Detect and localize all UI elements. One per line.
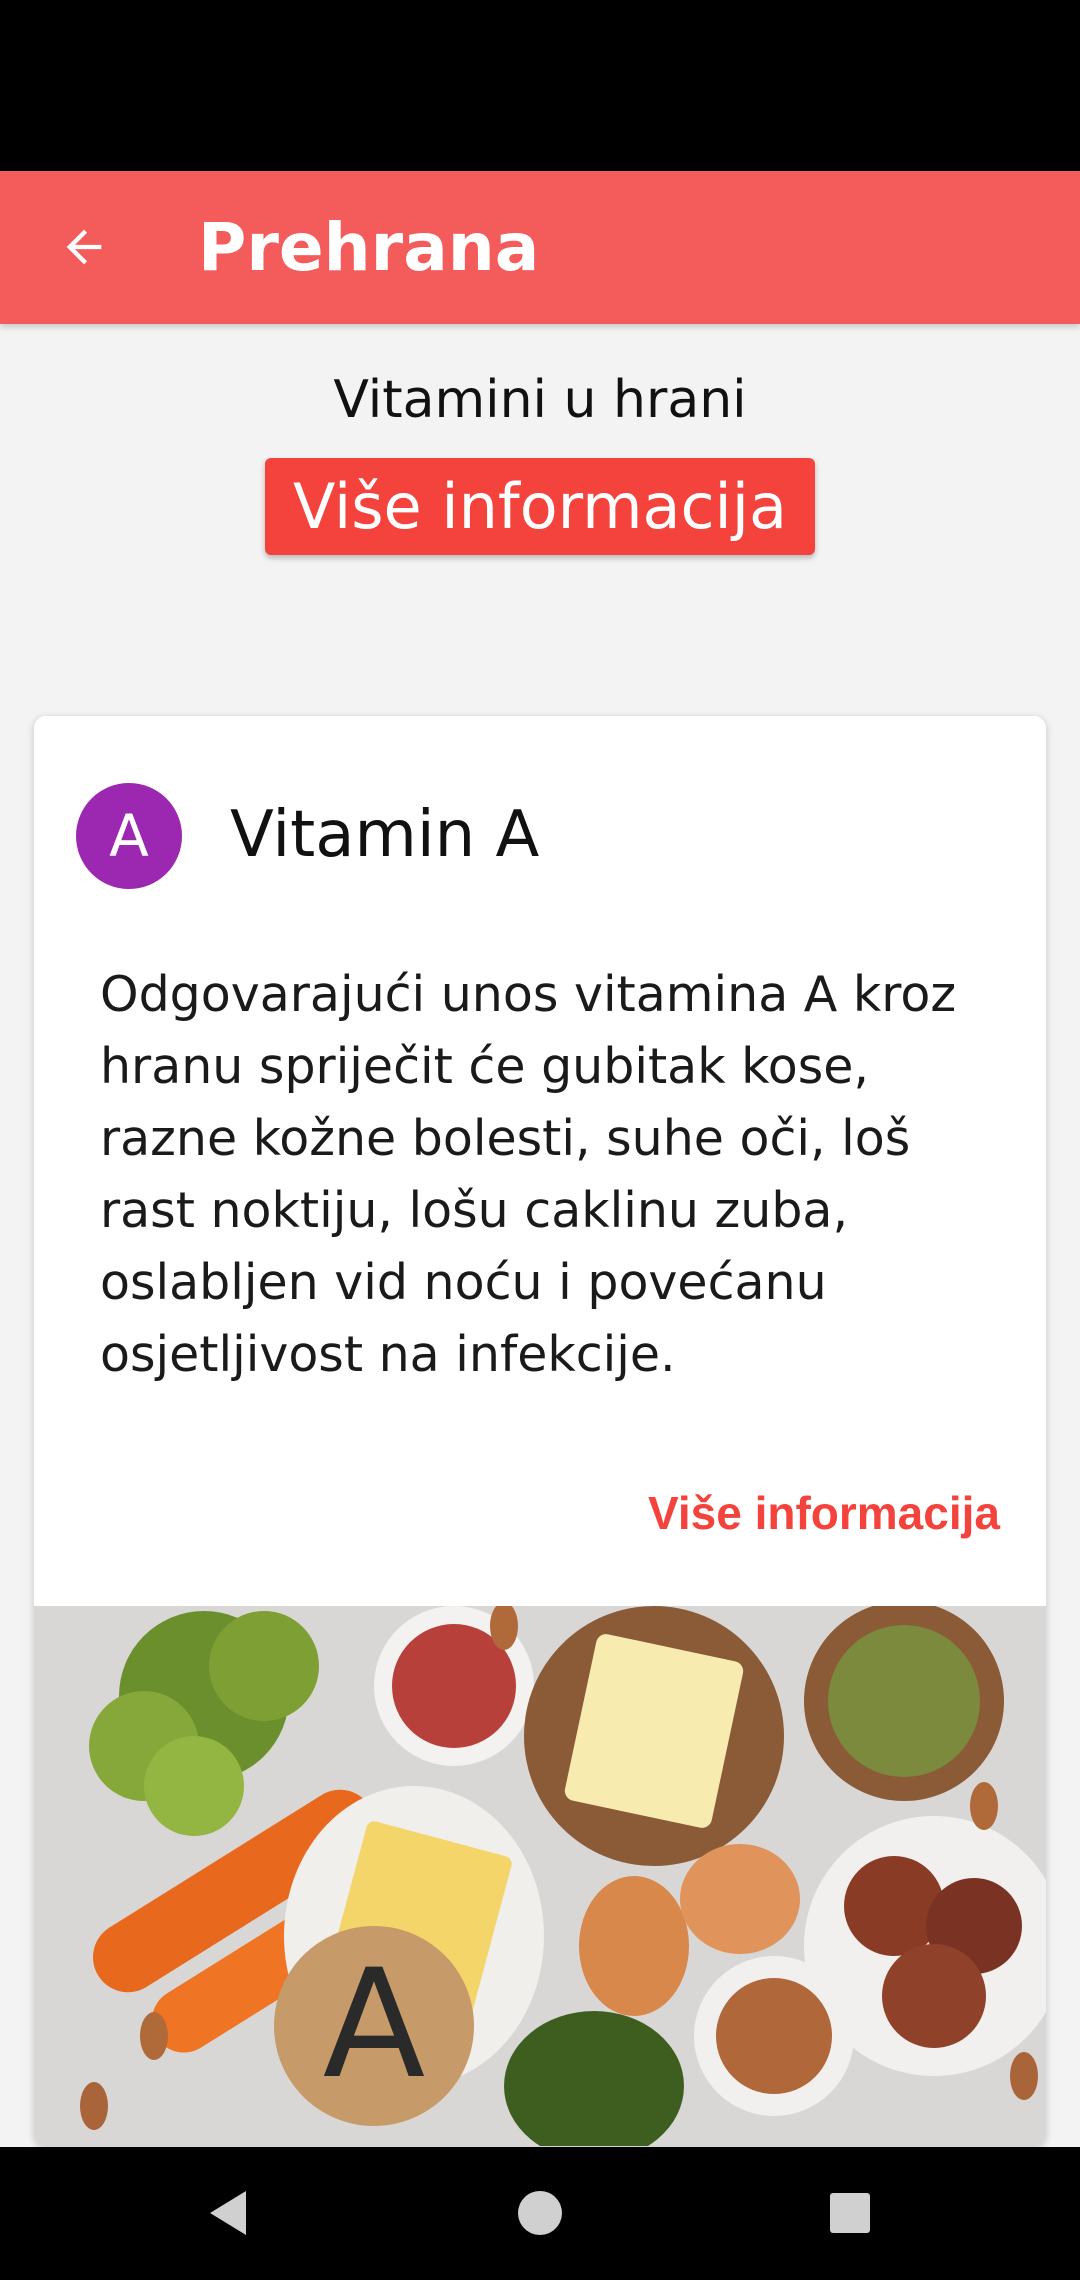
card-title: Vitamin A	[230, 798, 540, 872]
avatar: A	[76, 783, 182, 889]
square-recents-icon[interactable]	[820, 2183, 880, 2243]
app-title: Prehrana	[198, 209, 540, 286]
circle-home-icon[interactable]	[510, 2183, 570, 2243]
triangle-back-icon[interactable]	[200, 2183, 260, 2243]
more-info-button[interactable]: Više informacija	[265, 458, 815, 555]
system-nav-bar	[0, 2147, 1080, 2280]
card-description: Odgovarajući unos vitamina A kroz hranu …	[100, 966, 957, 1383]
section-subtitle: Vitamini u hrani	[333, 370, 747, 430]
arrow-left-icon	[66, 229, 102, 265]
back-button[interactable]	[44, 207, 124, 287]
vitamin-card: A Vitamin A Odgovarajući unos vitamina A…	[34, 716, 1046, 2146]
image-tag-letter: A	[323, 1938, 426, 2112]
status-bar	[0, 0, 1080, 171]
food-image: A	[34, 1606, 1046, 2146]
card-more-info-link[interactable]: Više informacija	[648, 1486, 1000, 1540]
app-bar: Prehrana	[0, 171, 1080, 324]
